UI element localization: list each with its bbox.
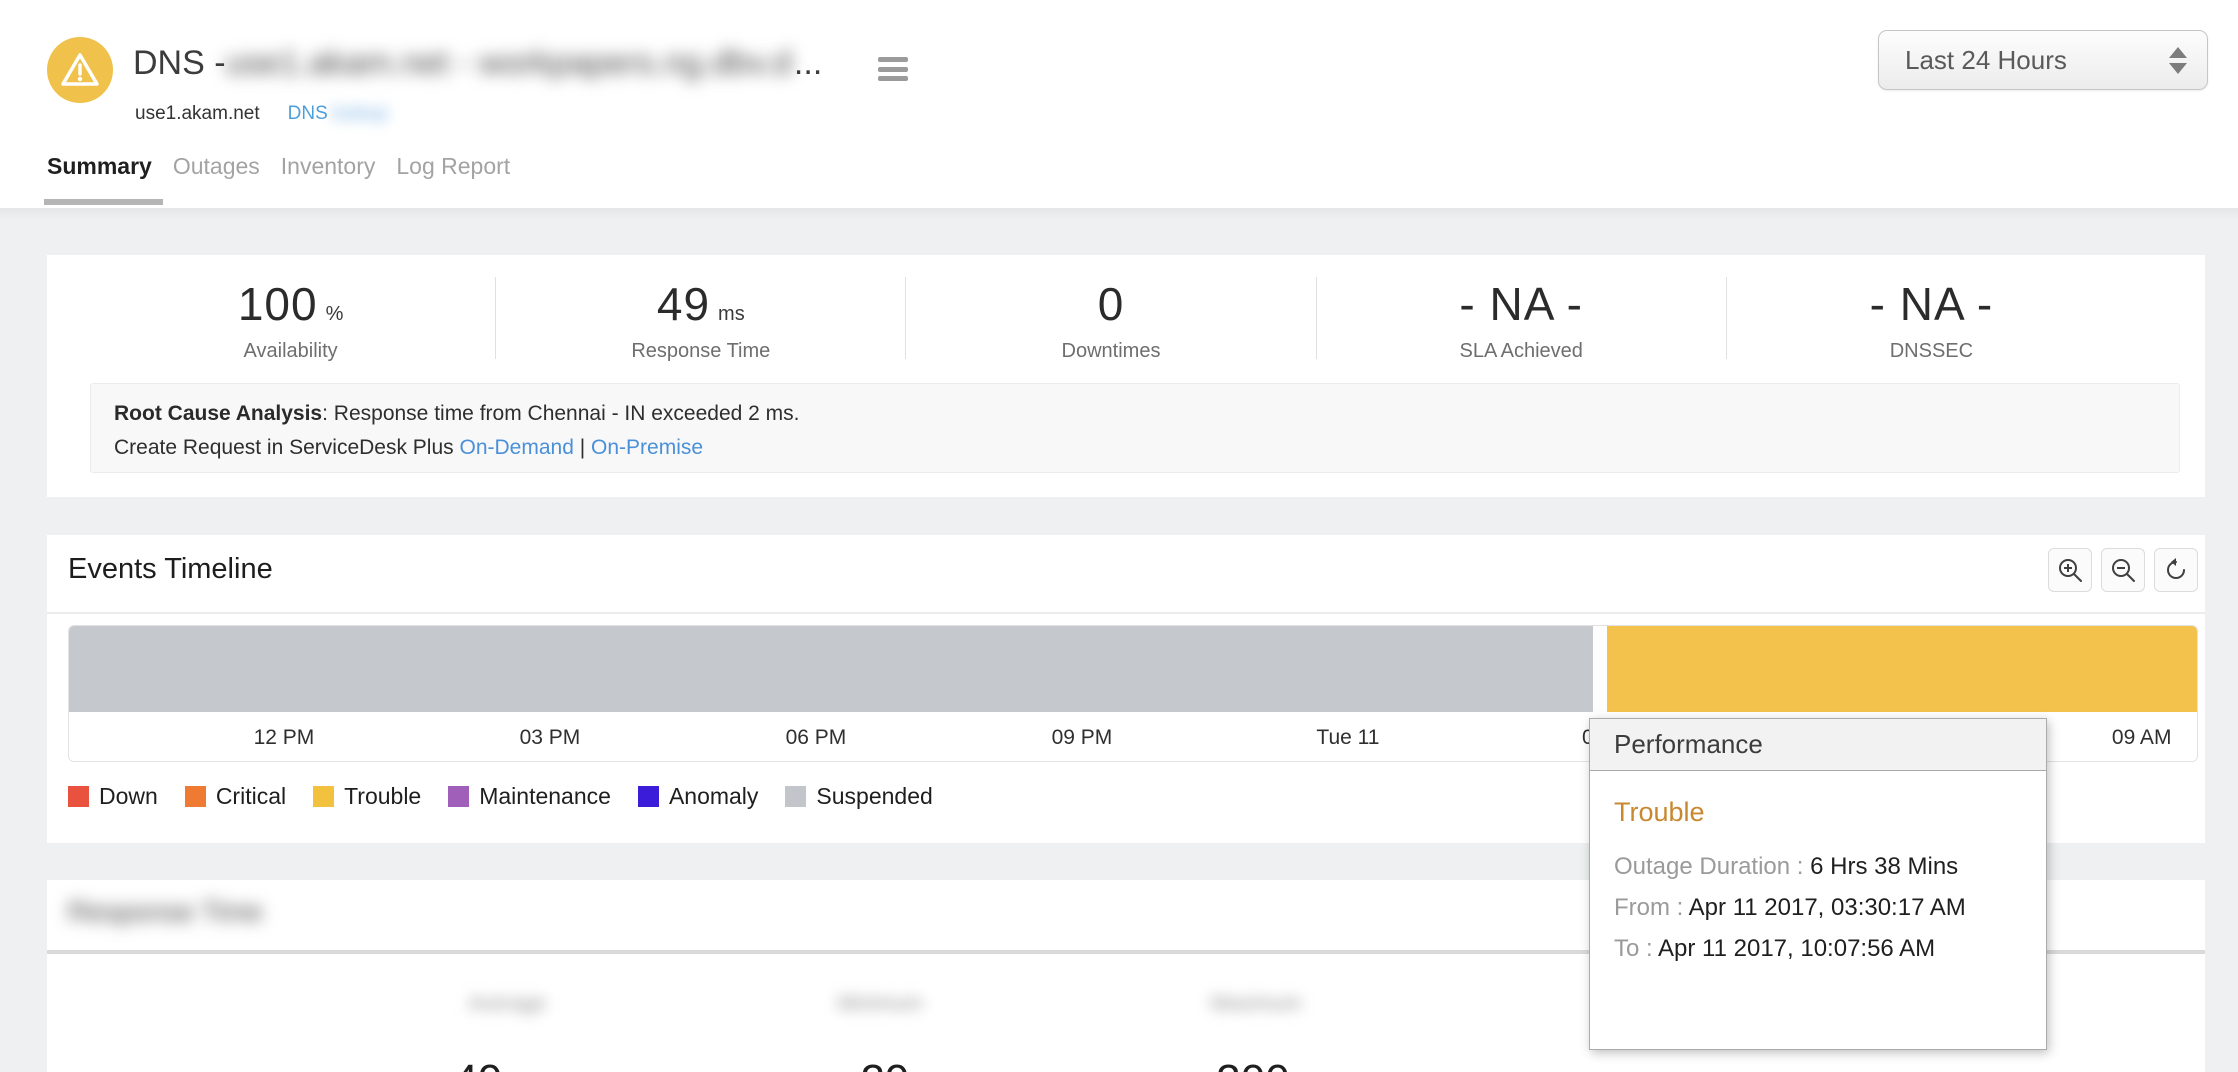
anomaly-swatch xyxy=(638,786,659,807)
title-ellipsis: ... xyxy=(794,44,822,83)
stat-downtimes: 0 Downtimes xyxy=(906,277,1316,359)
tab-inventory[interactable]: Inventory xyxy=(281,153,376,180)
time-range-dropdown[interactable]: Last 24 Hours xyxy=(1878,30,2208,90)
legend-item-trouble: Trouble xyxy=(313,783,421,810)
legend-item-anomaly: Anomaly xyxy=(638,783,758,810)
timeline-segment-suspended[interactable] xyxy=(69,626,1593,712)
summary-stats-card: 100 % Availability 49 ms Response Time 0… xyxy=(47,255,2205,497)
ondemand-link[interactable]: On-Demand xyxy=(460,436,574,459)
tab-outages[interactable]: Outages xyxy=(173,153,260,180)
onpremise-link[interactable]: On-Premise xyxy=(591,436,703,459)
link-separator: | xyxy=(574,436,591,459)
axis-tick: 03 PM xyxy=(520,726,581,750)
host-name: use1.akam.net xyxy=(135,103,260,125)
warning-status-icon xyxy=(47,37,113,103)
time-range-value: Last 24 Hours xyxy=(1905,45,2067,76)
page-header: DNS - use1.akam.net - workpapers.ng.dbv.… xyxy=(0,0,2238,208)
tooltip-duration-row: Outage Duration : 6 Hrs 38 Mins xyxy=(1614,846,2028,887)
sla-label: SLA Achieved xyxy=(1459,340,1582,363)
response-time-title-redacted: Response Time xyxy=(68,896,263,928)
zoom-in-button[interactable] xyxy=(2048,548,2092,592)
zoom-reset-button[interactable] xyxy=(2154,548,2198,592)
tab-summary[interactable]: Summary xyxy=(47,153,152,180)
zoom-out-icon xyxy=(2110,557,2136,583)
dropdown-arrows-icon xyxy=(2169,47,2187,74)
dnssec-value: - NA - xyxy=(1870,277,1994,331)
tooltip-title: Performance xyxy=(1590,719,2046,771)
axis-tick: 09 AM xyxy=(2112,726,2172,750)
rca-request-text: Create Request in ServiceDesk Plus xyxy=(114,436,460,459)
response-time-label: Response Time xyxy=(631,340,770,363)
availability-value: 100 xyxy=(238,277,318,331)
tooltip-body: Trouble Outage Duration : 6 Hrs 38 Mins … xyxy=(1590,771,2046,969)
metric-value-partial: 29 xyxy=(861,1056,910,1072)
tooltip-to-row: To : Apr 11 2017, 10:07:56 AM xyxy=(1614,928,2028,969)
critical-swatch xyxy=(185,786,206,807)
dns-link-redacted: lookup xyxy=(332,103,388,125)
rca-text: : Response time from Chennai - IN exceed… xyxy=(322,402,799,425)
legend-item-suspended: Suspended xyxy=(785,783,932,810)
stat-sla: - NA - SLA Achieved xyxy=(1317,277,1727,359)
dnssec-label: DNSSEC xyxy=(1890,340,1973,363)
downtimes-value: 0 xyxy=(1098,277,1125,331)
root-cause-analysis-box: Root Cause Analysis: Response time from … xyxy=(90,383,2180,473)
monitor-detail-page: DNS - use1.akam.net - workpapers.ng.dbv.… xyxy=(0,0,2238,1072)
rca-line2: Create Request in ServiceDesk Plus On-De… xyxy=(114,431,2156,465)
page-title: DNS - use1.akam.net - workpapers.ng.dbv.… xyxy=(133,44,822,83)
rca-line1: Root Cause Analysis: Response time from … xyxy=(114,397,2156,431)
column-header-redacted: Minimum xyxy=(837,992,922,1016)
card-divider xyxy=(47,612,2205,614)
hamburger-menu-icon[interactable] xyxy=(878,57,908,81)
events-timeline-title: Events Timeline xyxy=(68,553,273,586)
legend-item-down: Down xyxy=(68,783,158,810)
rca-title: Root Cause Analysis xyxy=(114,402,322,425)
sla-value: - NA - xyxy=(1459,277,1583,331)
zoom-in-icon xyxy=(2057,557,2083,583)
stat-dnssec: - NA - DNSSEC xyxy=(1727,277,2136,359)
timeline-toolbar xyxy=(2048,548,2198,592)
legend-item-maintenance: Maintenance xyxy=(448,783,611,810)
legend-item-critical: Critical xyxy=(185,783,286,810)
down-swatch xyxy=(68,786,89,807)
axis-tick: Tue 11 xyxy=(1316,726,1379,750)
tab-log-report[interactable]: Log Report xyxy=(396,153,510,180)
column-header-redacted: Maximum xyxy=(1210,992,1301,1016)
axis-tick: 12 PM xyxy=(254,726,315,750)
zoom-out-button[interactable] xyxy=(2101,548,2145,592)
column-header-redacted: Average xyxy=(468,992,546,1016)
suspended-swatch xyxy=(785,786,806,807)
timeline-segment-trouble[interactable] xyxy=(1607,626,2197,712)
stat-response-time: 49 ms Response Time xyxy=(496,277,906,359)
segment-gap xyxy=(1593,626,1607,712)
axis-tick: 06 PM xyxy=(786,726,847,750)
axis-tick: 09 PM xyxy=(1052,726,1113,750)
active-tab-underline xyxy=(44,199,163,205)
downtimes-label: Downtimes xyxy=(1062,340,1161,363)
response-time-value: 49 xyxy=(657,277,710,331)
stat-availability: 100 % Availability xyxy=(86,277,496,359)
monitor-type-label: DNS - xyxy=(133,44,226,83)
metric-value-partial: 300 xyxy=(1216,1056,1289,1072)
response-time-unit: ms xyxy=(718,303,745,326)
tooltip-from-row: From : Apr 11 2017, 03:30:17 AM xyxy=(1614,887,2028,928)
timeline-tooltip: Performance Trouble Outage Duration : 6 … xyxy=(1589,718,2047,1050)
monitor-subtitle: use1.akam.net DNS lookup xyxy=(135,103,388,125)
timeline-bar xyxy=(69,626,2197,712)
tooltip-status: Trouble xyxy=(1614,797,2028,828)
timeline-legend: Down Critical Trouble Maintenance Anomal… xyxy=(68,783,933,810)
trouble-swatch xyxy=(313,786,334,807)
availability-label: Availability xyxy=(244,340,338,363)
zoom-reset-icon xyxy=(2163,557,2189,583)
warning-triangle-icon xyxy=(60,52,100,88)
stats-row: 100 % Availability 49 ms Response Time 0… xyxy=(86,277,2136,359)
availability-unit: % xyxy=(326,303,344,326)
monitor-name-redacted: use1.akam.net - workpapers.ng.dbv.d xyxy=(226,44,792,83)
dns-link[interactable]: DNS xyxy=(288,103,328,125)
tab-bar: Summary Outages Inventory Log Report xyxy=(47,153,510,180)
maintenance-swatch xyxy=(448,786,469,807)
metric-value-partial: 49 xyxy=(454,1056,503,1072)
